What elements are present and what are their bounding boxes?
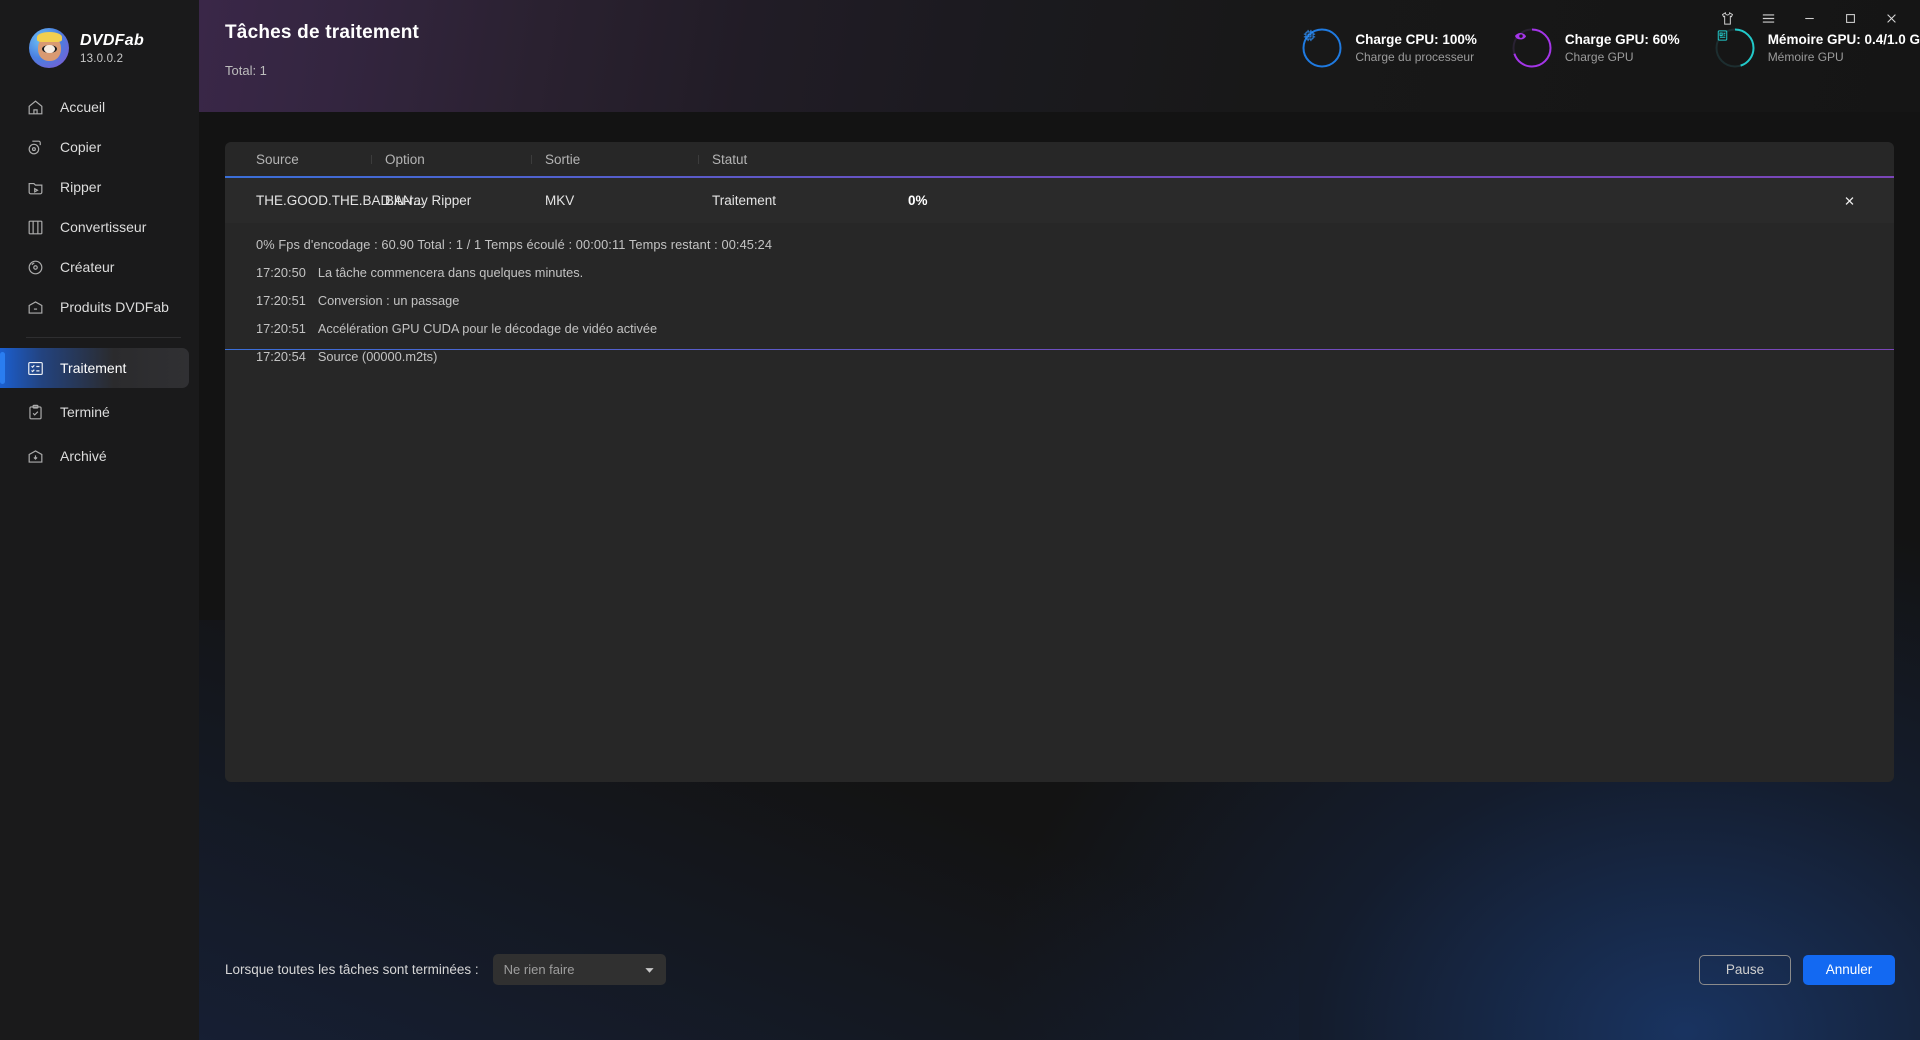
- column-header-statut: Statut: [698, 152, 908, 167]
- detail-rule: [225, 349, 1894, 350]
- sidebar-nav: Accueil Copier Ripper Convertisseur Créa…: [0, 87, 199, 476]
- completion-action-select[interactable]: Ne rien faire: [492, 954, 666, 985]
- disc-icon: [26, 258, 45, 277]
- cancel-button[interactable]: Annuler: [1803, 954, 1895, 985]
- copy-disc-icon: [26, 138, 45, 157]
- dvdfab-monkey-logo-icon: [29, 28, 69, 68]
- cell-source: THE.GOOD.THE.BAD.AN...: [256, 193, 425, 208]
- sidebar-divider: [26, 337, 181, 338]
- sidebar-item-label: Traitement: [60, 360, 127, 376]
- sidebar-item-label: Convertisseur: [60, 219, 147, 235]
- chevron-down-icon: [644, 964, 655, 975]
- page-header: Tâches de traitement Total: 1 Charge CPU…: [199, 0, 1920, 112]
- log-time: 17:20:54: [256, 349, 306, 364]
- footer-bar: Lorsque toutes les tâches sont terminées…: [199, 920, 1920, 1040]
- column-header-source: Source: [256, 151, 299, 167]
- sidebar-item-copier[interactable]: Copier: [0, 127, 199, 167]
- completion-action-label: Lorsque toutes les tâches sont terminées…: [225, 962, 479, 977]
- gauge-title: Charge CPU: 100%: [1355, 32, 1477, 47]
- gauge-subtitle: Mémoire GPU: [1767, 50, 1844, 64]
- page-title: Tâches de traitement: [225, 22, 420, 43]
- table-row[interactable]: THE.GOOD.THE.BAD.AN... Blu-ray Ripper MK…: [225, 178, 1894, 223]
- close-icon[interactable]: [1881, 8, 1902, 29]
- log-line: 17:20:51 Accélération GPU CUDA pour le d…: [256, 321, 1894, 336]
- log-text: La tâche commencera dans quelques minute…: [317, 265, 584, 280]
- log-line: 17:20:51 Conversion : un passage: [256, 293, 1894, 308]
- pause-button[interactable]: Pause: [1699, 954, 1791, 985]
- film-icon: [26, 218, 45, 237]
- task-total: Total: 1: [225, 63, 267, 78]
- sidebar-item-accueil[interactable]: Accueil: [0, 87, 199, 127]
- maximize-icon[interactable]: [1840, 8, 1861, 29]
- dvdfab-window: DVDFab 13.0.0.2 Accueil Copier Ripper Co…: [0, 0, 1920, 1040]
- task-detail: 0% Fps d'encodage : 60.90 Total : 1 / 1 …: [225, 223, 1894, 364]
- tasks-panel: Source Option Sortie Statut THE.GOOD.THE…: [225, 142, 1894, 782]
- sidebar-item-archive[interactable]: Archivé: [0, 436, 199, 476]
- main-content: Tâches de traitement Total: 1 Charge CPU…: [199, 0, 1920, 1040]
- toolbox-icon: [26, 298, 45, 317]
- archive-icon: [26, 447, 45, 466]
- minimize-icon[interactable]: [1799, 8, 1820, 29]
- theme-shirt-icon[interactable]: [1717, 8, 1738, 29]
- brand: DVDFab 13.0.0.2: [0, 0, 199, 74]
- cell-statut: Traitement: [712, 193, 777, 208]
- gpu-gauge-ring: [1511, 27, 1553, 69]
- ripper-icon: [26, 178, 45, 197]
- sidebar-item-convertisseur[interactable]: Convertisseur: [0, 207, 199, 247]
- menu-icon[interactable]: [1758, 8, 1779, 29]
- log-text: Conversion : un passage: [317, 293, 460, 308]
- home-icon: [26, 98, 45, 117]
- gauge-gpu: Charge GPU: 60% Charge GPU: [1511, 27, 1680, 69]
- cell-progress: 0%: [908, 193, 928, 208]
- column-header-option: Option: [371, 152, 545, 167]
- sidebar-item-label: Ripper: [60, 179, 102, 195]
- gauge-cpu: Charge CPU: 100% Charge du processeur: [1301, 27, 1477, 69]
- sidebar-item-label: Terminé: [60, 404, 110, 420]
- task-stats: 0% Fps d'encodage : 60.90 Total : 1 / 1 …: [256, 237, 773, 252]
- sidebar-item-ripper[interactable]: Ripper: [0, 167, 199, 207]
- sidebar-item-label: Copier: [60, 139, 102, 155]
- sidebar-item-createur[interactable]: Créateur: [0, 247, 199, 287]
- gauge-subtitle: Charge GPU: [1564, 50, 1634, 64]
- table-header: Source Option Sortie Statut: [225, 142, 1894, 176]
- sidebar: DVDFab 13.0.0.2 Accueil Copier Ripper Co…: [0, 0, 199, 1040]
- task-list-icon: [26, 359, 45, 378]
- log-line: 17:20:54 Source (00000.m2ts): [256, 349, 1894, 364]
- gauge-title: Charge GPU: 60%: [1564, 32, 1680, 47]
- sidebar-item-label: Archivé: [60, 448, 107, 464]
- sidebar-item-label: Créateur: [60, 259, 115, 275]
- sidebar-item-termine[interactable]: Terminé: [0, 392, 199, 432]
- cpu-gauge-ring: [1301, 27, 1343, 69]
- window-titlebar: [1717, 0, 1920, 36]
- brand-version: 13.0.0.2: [80, 52, 124, 65]
- brand-name: DVDFab: [80, 31, 145, 49]
- sidebar-item-produits-dvdfab[interactable]: Produits DVDFab: [0, 287, 199, 327]
- cell-option: Blu-ray Ripper: [385, 193, 472, 208]
- cell-sortie: MKV: [545, 193, 575, 208]
- sidebar-item-traitement[interactable]: Traitement: [0, 348, 189, 388]
- sidebar-item-label: Accueil: [60, 99, 106, 115]
- log-time: 17:20:51: [256, 293, 306, 308]
- close-task-icon[interactable]: [1839, 190, 1860, 211]
- log-text: Source (00000.m2ts): [317, 349, 438, 364]
- completion-action-value: Ne rien faire: [503, 962, 575, 977]
- sidebar-item-label: Produits DVDFab: [60, 299, 169, 315]
- column-header-sortie: Sortie: [531, 152, 712, 167]
- log-time: 17:20:50: [256, 265, 306, 280]
- gauge-subtitle: Charge du processeur: [1355, 50, 1475, 64]
- log-time: 17:20:51: [256, 321, 306, 336]
- log-line: 17:20:50 La tâche commencera dans quelqu…: [256, 265, 1894, 280]
- log-text: Accélération GPU CUDA pour le décodage d…: [317, 321, 658, 336]
- clipboard-check-icon: [26, 403, 45, 422]
